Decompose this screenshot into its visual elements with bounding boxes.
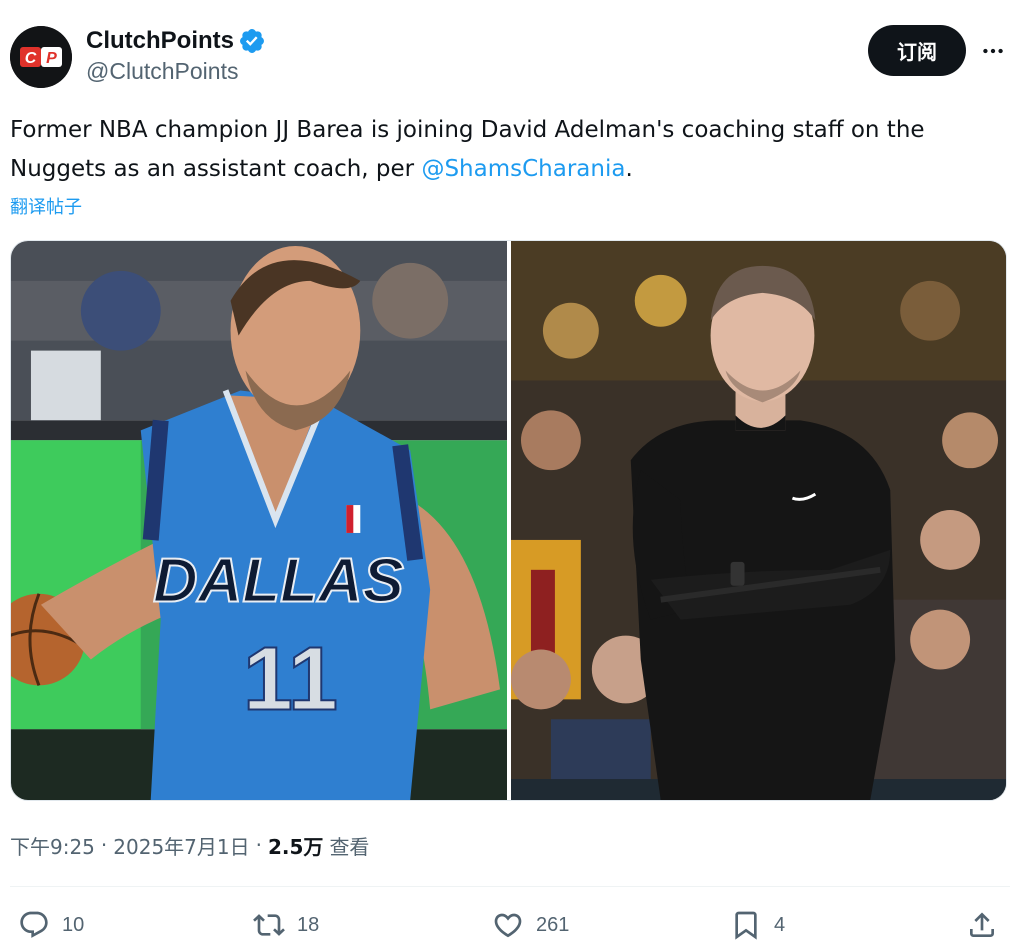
translate-post-link[interactable]: 翻译帖子 [10,193,82,219]
avatar-logo-p: P [46,50,57,67]
meta-separator: · [100,833,108,857]
author-handle[interactable]: @ClutchPoints [86,58,238,85]
like-count: 261 [536,913,570,936]
bookmark-button[interactable]: 4 [730,905,785,945]
media-photo-right[interactable] [511,241,1006,800]
subscribe-button[interactable]: 订阅 [868,25,966,76]
retweet-icon [253,914,285,936]
author-avatar[interactable]: C P [10,26,72,88]
retweet-button[interactable]: 18 [253,905,319,945]
tweet-media[interactable]: DALLAS 11 [10,240,1007,801]
avatar-logo-c: C [25,50,37,67]
reply-button[interactable]: 10 [18,905,84,945]
media-photo-left[interactable]: DALLAS 11 [11,241,507,800]
author-display-name[interactable]: ClutchPoints [86,27,234,55]
like-button[interactable]: 261 [492,905,569,945]
retweet-count: 18 [297,913,320,936]
verified-badge-icon [238,27,266,55]
views-label: 查看 [329,834,370,859]
actions-divider [10,886,1010,887]
share-icon [970,912,994,937]
mention-link[interactable]: @ShamsCharania [421,156,625,182]
post-time[interactable]: 下午9:25 [10,831,95,860]
bookmark-count: 4 [774,913,786,936]
author-name-row[interactable]: ClutchPoints [86,24,266,58]
more-options-button[interactable] [976,34,1010,68]
meta-separator-2: · [255,833,262,857]
share-button[interactable] [966,905,998,945]
tweet-text-end: . [625,156,633,182]
views-count: 2.5万 [268,834,324,859]
more-dots-icon [983,48,1003,54]
tweet-meta: 下午9:25 · 2025年7月1日 · 2.5万 查看 [10,829,369,861]
post-date[interactable]: 2025年7月1日 [113,831,249,860]
jersey-number-text: 11 [243,629,338,729]
tweet-text: Former NBA champion JJ Barea is joining … [10,111,1010,189]
bookmark-icon [735,911,757,940]
heart-icon [494,913,522,938]
reply-icon [20,911,48,938]
reply-count: 10 [62,913,85,936]
action-bar: 10 18 261 4 [0,900,1030,950]
jersey-team-text: DALLAS [153,547,404,616]
